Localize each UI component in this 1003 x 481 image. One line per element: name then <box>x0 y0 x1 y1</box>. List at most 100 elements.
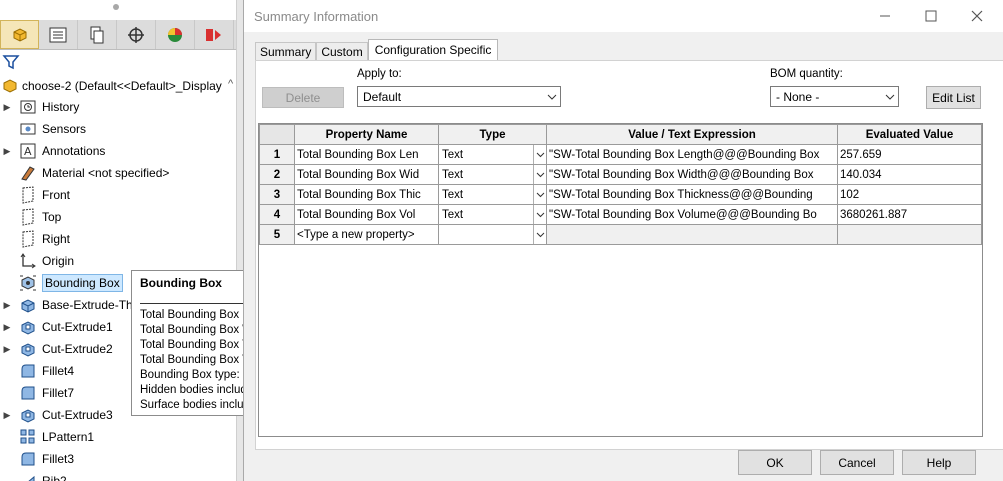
table-row[interactable]: 1 Total Bounding Box Len Text "SW-Total Bou… <box>259 144 982 165</box>
tree-item-label: Sensors <box>42 122 87 136</box>
display-manager-tab[interactable] <box>156 20 195 49</box>
tree-item[interactable]: ▶ History <box>0 97 80 117</box>
configuration-manager-tab[interactable] <box>78 20 117 49</box>
tree-item[interactable]: ▶ Cut-Extrude3 <box>0 405 113 425</box>
row-number[interactable]: 2 <box>259 164 295 185</box>
tree-item[interactable]: LPattern1 <box>0 427 94 447</box>
tree-item[interactable]: Fillet4 <box>0 361 74 381</box>
column-header-evaluated-value[interactable]: Evaluated Value <box>837 124 982 145</box>
help-button[interactable]: Help <box>902 450 976 475</box>
linear-pattern-icon <box>18 428 38 446</box>
value-expression-cell[interactable]: "SW-Total Bounding Box Length@@@Bounding… <box>546 144 838 165</box>
property-name-cell[interactable]: Total Bounding Box Thic <box>294 184 439 205</box>
property-name-cell[interactable]: Total Bounding Box Wid <box>294 164 439 185</box>
tree-item[interactable]: Origin <box>0 251 74 271</box>
row-number[interactable]: 1 <box>259 144 295 165</box>
tree-item-label: Material <not specified> <box>42 166 170 180</box>
property-manager-tab[interactable] <box>39 20 78 49</box>
table-row[interactable]: 4 Total Bounding Box Vol Text "SW-Total Bou… <box>259 204 982 225</box>
tab-custom[interactable]: Custom <box>316 42 368 60</box>
collapse-up-icon[interactable]: ^ <box>228 78 233 90</box>
delete-button[interactable]: Delete <box>262 87 344 108</box>
cut-extrude-icon <box>18 340 38 358</box>
summary-information-dialog: Summary Information Summary Custom Confi… <box>243 0 1003 481</box>
expand-arrow-icon[interactable]: ▶ <box>0 410 14 421</box>
value-expression-cell[interactable]: "SW-Total Bounding Box Volume@@@Bounding… <box>546 204 838 225</box>
column-header-property-name[interactable]: Property Name <box>294 124 439 145</box>
type-dropdown-button[interactable] <box>533 165 546 184</box>
value-expression-cell[interactable] <box>546 224 838 245</box>
type-cell[interactable]: Text <box>438 204 547 225</box>
apply-to-select[interactable]: Default <box>357 86 561 107</box>
property-name-cell[interactable]: Total Bounding Box Vol <box>294 204 439 225</box>
minimize-button[interactable] <box>862 0 908 32</box>
tree-root-part[interactable]: choose-2 (Default<<Default>_Display ^ <box>2 76 233 96</box>
filter-icon[interactable] <box>2 53 20 71</box>
row-number[interactable]: 4 <box>259 204 295 225</box>
configuration-icon <box>90 26 104 43</box>
tree-item[interactable]: ▶ A Annotations <box>0 141 105 161</box>
maximize-button[interactable] <box>908 0 954 32</box>
cut-extrude-icon <box>18 406 38 424</box>
new-property-row[interactable]: 5 <Type a new property> <box>259 224 982 245</box>
dialog-titlebar: Summary Information <box>244 0 1003 32</box>
ok-button[interactable]: OK <box>738 450 812 475</box>
tree-item[interactable]: ▶ Base-Extrude-Th <box>0 295 133 315</box>
tree-item[interactable]: ▶ Cut-Extrude2 <box>0 339 113 359</box>
type-dropdown-button[interactable] <box>533 145 546 164</box>
type-cell[interactable]: Text <box>438 164 547 185</box>
part-icon <box>13 27 26 42</box>
bounding-box-icon <box>18 274 38 292</box>
tree-item[interactable]: Fillet7 <box>0 383 74 403</box>
cam-tab[interactable] <box>195 20 234 49</box>
value-expression-cell[interactable]: "SW-Total Bounding Box Width@@@Bounding … <box>546 164 838 185</box>
property-name-cell[interactable]: Total Bounding Box Len <box>294 144 439 165</box>
column-header-value-expression[interactable]: Value / Text Expression <box>546 124 838 145</box>
tree-item-label: Bounding Box <box>42 274 123 292</box>
column-header-type[interactable]: Type <box>438 124 547 145</box>
expand-arrow-icon[interactable]: ▶ <box>0 146 14 157</box>
tree-item[interactable]: Sensors <box>0 119 86 139</box>
expand-arrow-icon[interactable]: ▶ <box>0 322 14 333</box>
expand-arrow-icon[interactable]: ▶ <box>0 344 14 355</box>
tree-item[interactable]: Right <box>0 229 70 249</box>
expand-arrow-icon[interactable]: ▶ <box>0 300 14 311</box>
new-property-name-cell[interactable]: <Type a new property> <box>294 224 439 245</box>
tree-item-label: Origin <box>42 254 75 268</box>
expand-arrow-icon[interactable]: ▶ <box>0 102 14 113</box>
table-row[interactable]: 2 Total Bounding Box Wid Text "SW-Total Bou… <box>259 164 982 185</box>
tree-item[interactable]: Material <not specified> <box>0 163 169 183</box>
tree-item[interactable]: Fillet3 <box>0 449 74 469</box>
tree-root-label: choose-2 (Default<<Default>_Display <box>22 79 222 93</box>
tree-item[interactable]: Bounding Box <box>0 273 123 293</box>
tree-item[interactable]: Front <box>0 185 70 205</box>
cancel-button[interactable]: Cancel <box>820 450 894 475</box>
type-cell[interactable] <box>438 224 547 245</box>
tree-item[interactable]: Top <box>0 207 61 227</box>
evaluated-value-cell <box>837 224 982 245</box>
tab-configuration-specific[interactable]: Configuration Specific <box>367 39 499 60</box>
chevron-down-icon <box>547 94 557 100</box>
value-expression-cell[interactable]: "SW-Total Bounding Box Thickness@@@Bound… <box>546 184 838 205</box>
chevron-down-icon <box>536 152 544 157</box>
tree-item[interactable]: ▶ Cut-Extrude1 <box>0 317 113 337</box>
type-dropdown-button[interactable] <box>533 185 546 204</box>
type-dropdown-button[interactable] <box>533 205 546 224</box>
feature-tree-tab[interactable] <box>0 20 39 49</box>
dimxpert-tab[interactable] <box>117 20 156 49</box>
row-number[interactable]: 3 <box>259 184 295 205</box>
panel-grip[interactable] <box>113 4 119 10</box>
edit-list-button[interactable]: Edit List <box>926 86 981 109</box>
type-dropdown-button[interactable] <box>533 225 546 244</box>
tree-item-label: Fillet3 <box>42 452 75 466</box>
tab-summary[interactable]: Summary <box>255 42 317 60</box>
grid-corner[interactable] <box>259 124 295 145</box>
close-button[interactable] <box>954 0 1000 32</box>
row-number[interactable]: 5 <box>259 224 295 245</box>
type-cell[interactable]: Text <box>438 184 547 205</box>
bom-quantity-select[interactable]: - None - <box>770 86 899 107</box>
type-cell[interactable]: Text <box>438 144 547 165</box>
evaluated-value-cell: 3680261.887 <box>837 204 982 225</box>
table-row[interactable]: 3 Total Bounding Box Thic Text "SW-Total Bo… <box>259 184 982 205</box>
tree-item[interactable]: Rib2 <box>0 471 67 481</box>
